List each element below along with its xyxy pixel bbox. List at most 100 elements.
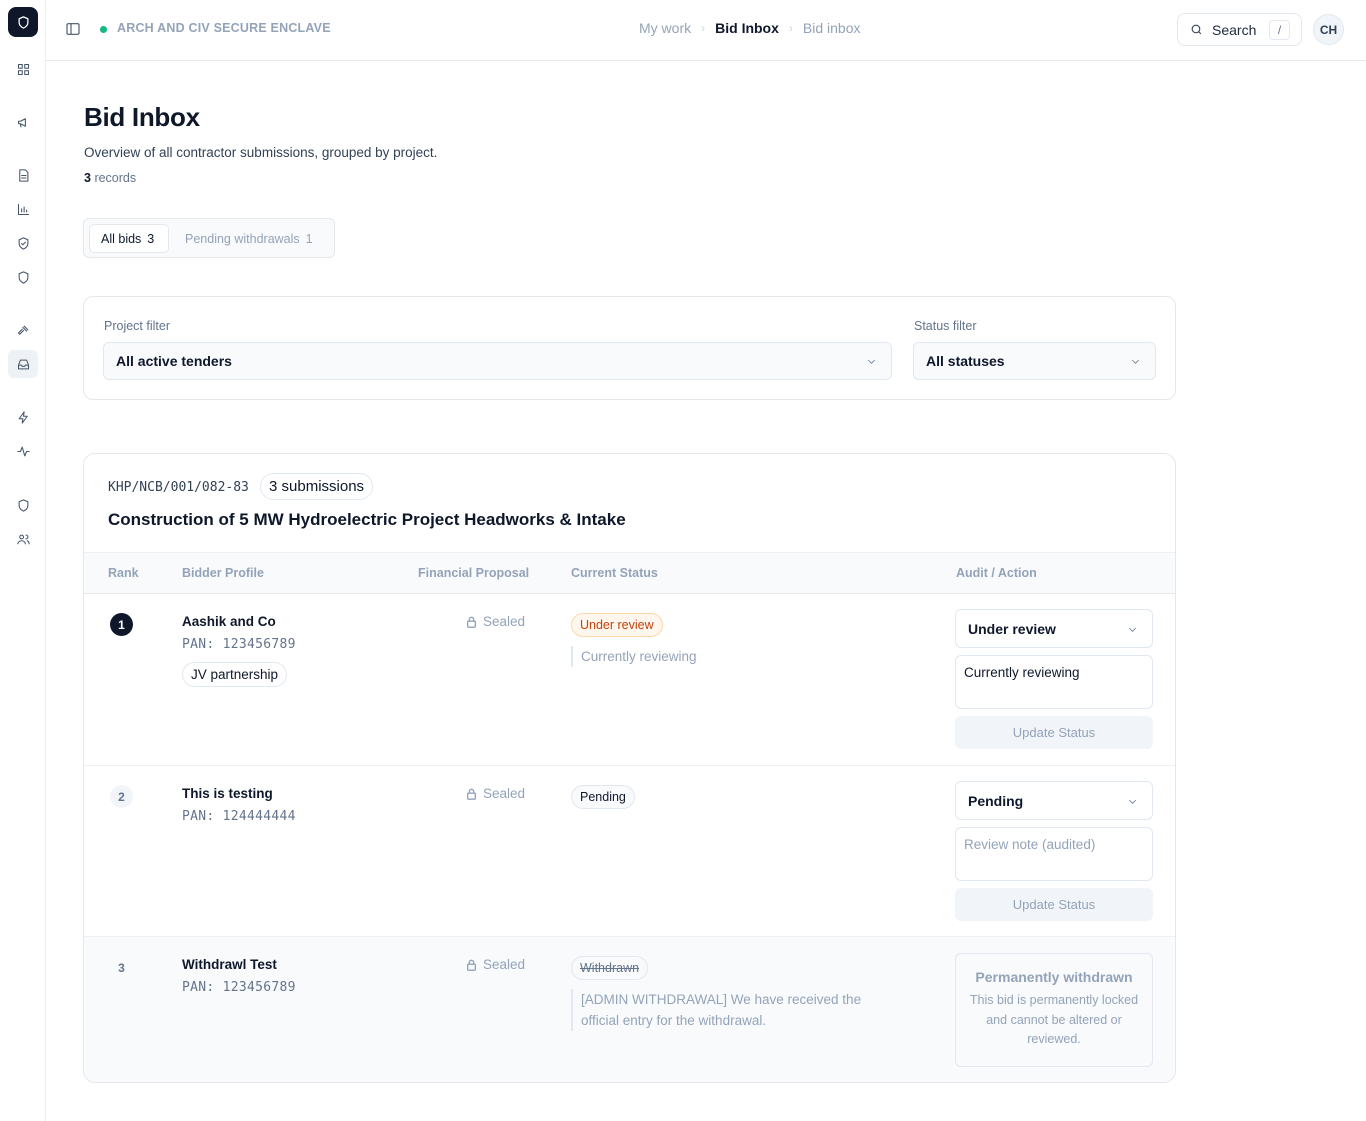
bidder-pan: PAN: 123456789 — [182, 637, 296, 652]
activity-icon[interactable] — [13, 441, 33, 461]
lock-icon — [466, 788, 477, 800]
chevron-down-icon — [1128, 627, 1137, 632]
bidder-pan: PAN: 123456789 — [182, 980, 296, 995]
review-note-field[interactable]: Review note (audited) — [955, 827, 1153, 881]
chevron-down-icon — [867, 359, 876, 364]
tab-count: 1 — [305, 231, 313, 246]
rank-badge: 3 — [118, 960, 125, 975]
status-action-value: Pending — [968, 792, 1024, 809]
project-filter-select[interactable]: All active tenders — [103, 342, 892, 380]
status-note: Currently reviewing — [571, 646, 697, 667]
filter-card: Project filter All active tenders Status… — [83, 296, 1176, 400]
status-action-select[interactable]: Under review — [955, 609, 1153, 648]
users-icon[interactable] — [13, 529, 33, 549]
column-header-rank: Rank — [108, 566, 139, 580]
table-row: 1 Aashik and Co PAN: 123456789 JV partne… — [84, 594, 1175, 766]
environment-status-dot — [100, 26, 107, 33]
status-action-value: Under review — [968, 620, 1056, 637]
status-note: [ADMIN WITHDRAWAL] We have received the … — [571, 989, 871, 1031]
status-badge: Under review — [571, 613, 663, 637]
record-count-label: records — [94, 171, 137, 185]
tab-pending-withdrawals[interactable]: Pending withdrawals 1 — [185, 224, 313, 253]
app-logo-shield-icon[interactable] — [8, 7, 38, 37]
search-icon — [1191, 24, 1202, 35]
column-header-bidder: Bidder Profile — [182, 566, 264, 580]
tab-count: 3 — [147, 231, 155, 246]
bidder-name: Aashik and Co — [182, 614, 276, 629]
tab-label: All bids — [101, 231, 142, 246]
financial-proposal: Sealed — [466, 786, 525, 801]
status-action-select[interactable]: Pending — [955, 781, 1153, 820]
status-badge: Withdrawn — [571, 956, 649, 980]
withdrawn-lock-panel: Permanently withdrawn This bid is perman… — [955, 953, 1153, 1067]
lock-icon — [466, 959, 477, 971]
rank-badge: 1 — [110, 613, 133, 636]
lock-icon — [466, 616, 477, 628]
search-shortcut: / — [1269, 20, 1290, 40]
status-filter-select[interactable]: All statuses — [913, 342, 1156, 380]
breadcrumb-bid-inbox[interactable]: Bid Inbox — [715, 20, 779, 36]
submission-count-badge: 3 submissions — [260, 473, 374, 500]
breadcrumb: My work › Bid Inbox › Bid inbox — [639, 20, 861, 36]
shield-icon[interactable] — [13, 495, 33, 515]
column-header-action: Audit / Action — [956, 566, 1037, 580]
bidder-name: Withdrawl Test — [182, 957, 277, 972]
avatar[interactable]: CH — [1313, 14, 1344, 45]
shield-check-icon[interactable] — [13, 233, 33, 253]
breadcrumb-bid-inbox-current: Bid inbox — [802, 20, 861, 36]
project-filter-label: Project filter — [104, 319, 170, 333]
bidder-pan: PAN: 124444444 — [182, 809, 296, 824]
status-filter-label: Status filter — [914, 319, 977, 333]
chevron-down-icon — [1131, 359, 1140, 364]
proposal-label: Sealed — [483, 957, 526, 972]
megaphone-icon[interactable] — [13, 112, 33, 132]
bid-tabs: All bids 3 Pending withdrawals 1 — [83, 218, 335, 258]
search-label: Search — [1212, 21, 1257, 38]
chevron-right-icon: › — [788, 21, 793, 35]
left-rail — [0, 0, 46, 1121]
proposal-label: Sealed — [483, 614, 526, 629]
bidder-tag: JV partnership — [182, 662, 288, 687]
financial-proposal: Sealed — [466, 614, 525, 629]
top-bar: ARCH AND CIV SECURE ENCLAVE My work › Bi… — [46, 0, 1366, 61]
status-filter-value: All statuses — [926, 353, 1005, 369]
rank-badge: 2 — [110, 785, 133, 808]
locked-title: Permanently withdrawn — [975, 969, 1133, 985]
column-header-proposal: Financial Proposal — [418, 566, 530, 580]
bidder-name: This is testing — [182, 786, 273, 801]
project-code: KHP/NCB/001/082-83 — [108, 480, 249, 495]
financial-proposal: Sealed — [466, 957, 525, 972]
proposal-label: Sealed — [483, 786, 526, 801]
project-title: Construction of 5 MW Hydroelectric Proje… — [108, 510, 626, 529]
record-count: 3 records — [84, 171, 136, 185]
locked-body: This bid is permanently locked and canno… — [969, 993, 1139, 1046]
sidebar-toggle-icon[interactable] — [65, 21, 81, 37]
update-status-button[interactable]: Update Status — [955, 888, 1153, 921]
shield-icon[interactable] — [13, 267, 33, 287]
chevron-down-icon — [1128, 799, 1137, 804]
project-filter-value: All active tenders — [116, 353, 232, 369]
column-header-status: Current Status — [571, 566, 658, 580]
environment-name: ARCH AND CIV SECURE ENCLAVE — [117, 21, 331, 35]
search-button[interactable]: Search / — [1177, 13, 1302, 46]
record-count-value: 3 — [84, 171, 91, 185]
breadcrumb-my-work[interactable]: My work — [639, 20, 691, 36]
bar-chart-icon[interactable] — [13, 199, 33, 219]
inbox-icon[interactable] — [8, 350, 38, 378]
lightning-icon[interactable] — [13, 407, 33, 427]
page-title: Bid Inbox — [84, 102, 200, 132]
tab-label: Pending withdrawals — [185, 231, 300, 246]
table-header: Rank Bidder Profile Financial Proposal C… — [84, 552, 1175, 594]
table-row: 3 Withdrawl Test PAN: 123456789 Sealed W… — [84, 937, 1175, 1082]
page-subtitle: Overview of all contractor submissions, … — [84, 145, 438, 160]
dashboard-icon[interactable] — [13, 59, 33, 79]
update-status-button[interactable]: Update Status — [955, 716, 1153, 749]
chevron-right-icon: › — [701, 21, 706, 35]
status-badge: Pending — [571, 785, 635, 809]
project-card: KHP/NCB/001/082-83 3 submissions Constru… — [83, 453, 1176, 1083]
table-row: 2 This is testing PAN: 124444444 Sealed … — [84, 766, 1175, 937]
gavel-icon[interactable] — [13, 320, 33, 340]
tab-all-bids[interactable]: All bids 3 — [89, 224, 169, 253]
review-note-field[interactable]: Currently reviewing — [955, 655, 1153, 709]
document-icon[interactable] — [13, 165, 33, 185]
